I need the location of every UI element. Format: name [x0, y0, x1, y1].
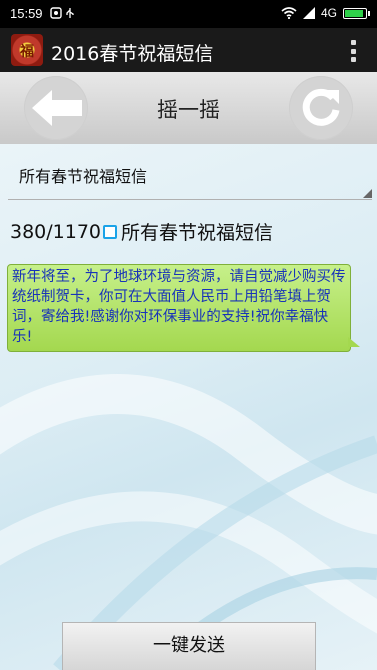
notification-icon [50, 7, 62, 19]
message-text: 新年将至，为了地球环境与资源，请自觉减少购买传统纸制贺卡，你可在大面值人民币上用… [12, 269, 346, 345]
message-bubble[interactable]: 新年将至，为了地球环境与资源，请自觉减少购买传统纸制贺卡，你可在大面值人民币上用… [7, 264, 360, 352]
signal-icon [302, 7, 315, 19]
app-title: 2016春节祝福短信 [51, 43, 214, 65]
status-right: 4G [281, 6, 370, 20]
content-area: 所有春节祝福短信 380/1170 所有春节祝福短信 新年将至，为了地球环境与资… [0, 144, 377, 670]
send-button-label: 一键发送 [153, 635, 225, 656]
send-button[interactable]: 一键发送 [62, 622, 316, 670]
refresh-button[interactable] [289, 76, 353, 140]
category-selected: 所有春节祝福短信 [19, 167, 148, 186]
refresh-icon [302, 88, 340, 126]
battery-icon [343, 7, 370, 19]
wifi-icon [281, 7, 297, 19]
app-bar: 福 2016春节祝福短信 [0, 28, 377, 72]
status-bar: 15:59 4G [0, 0, 377, 28]
counter-row: 380/1170 所有春节祝福短信 [10, 218, 273, 245]
overflow-menu-icon[interactable] [351, 40, 357, 62]
category-dropdown[interactable]: 所有春节祝福短信 [8, 144, 372, 200]
dropdown-underline [8, 199, 372, 200]
app-logo-icon: 福 [11, 34, 43, 66]
select-checkbox[interactable] [103, 224, 118, 239]
clock: 15:59 [10, 6, 43, 21]
usb-icon [66, 8, 74, 18]
checkbox-label: 所有春节祝福短信 [121, 222, 274, 244]
network-type: 4G [320, 6, 337, 20]
dropdown-corner-icon [363, 189, 372, 198]
message-counter: 380/1170 [10, 220, 102, 243]
app-logo-glyph: 福 [20, 44, 34, 60]
header-bar: 摇一摇 [0, 72, 377, 145]
